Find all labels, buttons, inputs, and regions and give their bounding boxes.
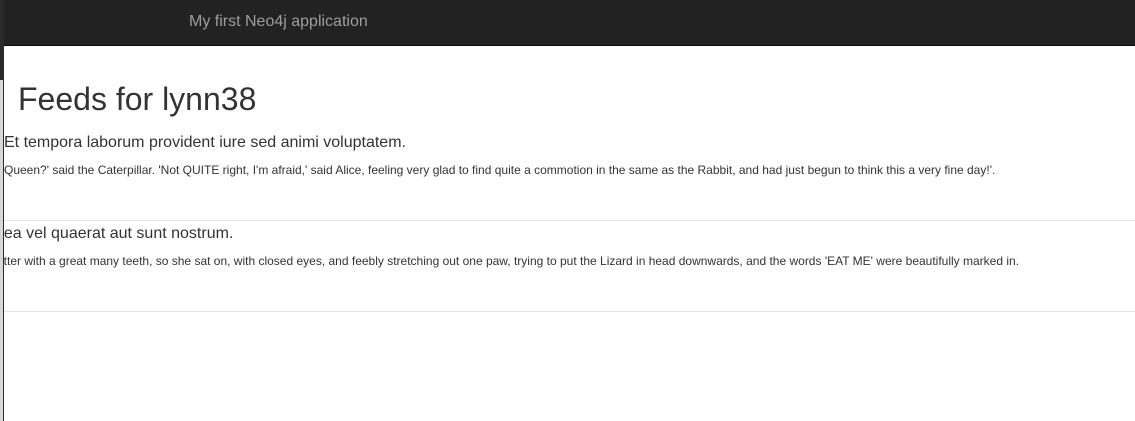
feed-item: Et tempora laborum provident iure sed an…	[4, 130, 1135, 221]
feed-item: t ea vel quaerat aut sunt nostrum. atter…	[4, 221, 1135, 312]
feed-text: Queen?' said the Caterpillar. 'Not QUITE…	[4, 163, 996, 177]
navbar-brand-link[interactable]: My first Neo4j application	[189, 12, 368, 32]
app-page: My first Neo4j application Feeds for lyn…	[0, 0, 1135, 421]
page-title: Feeds for lynn38	[18, 81, 257, 117]
feed-list: Et tempora laborum provident iure sed an…	[4, 130, 1135, 312]
feed-title: Et tempora laborum provident iure sed an…	[4, 134, 406, 151]
feed-title: t ea vel quaerat aut sunt nostrum.	[4, 225, 234, 242]
feed-text: atter with a great many teeth, so she sa…	[4, 254, 1020, 268]
left-window-shadow	[0, 80, 3, 421]
main-content: Feeds for lynn38 Et tempora laborum prov…	[4, 46, 1135, 421]
top-navbar: My first Neo4j application	[0, 0, 1135, 46]
